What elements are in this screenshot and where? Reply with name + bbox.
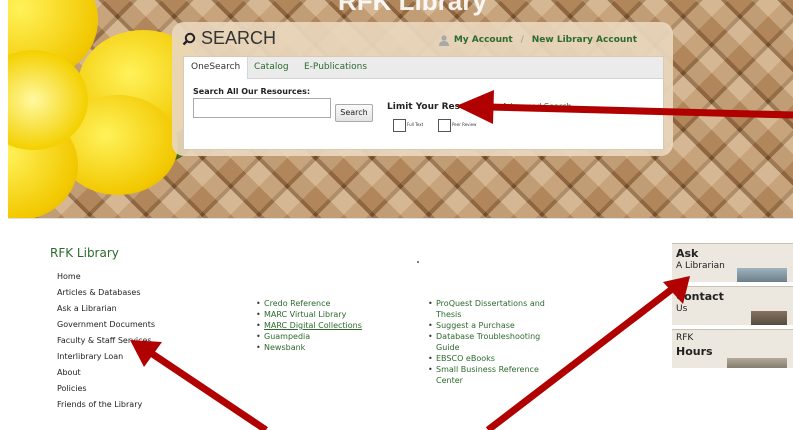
list-item[interactable]: • Small Business Reference <box>428 364 545 375</box>
list-item[interactable]: • Suggest a Purchase <box>428 320 545 331</box>
search-panel: SEARCH My Account / New Library Account … <box>172 22 673 156</box>
search-tabs: OneSearch Catalog E-Publications <box>184 57 663 79</box>
list-item[interactable]: • Credo Reference <box>256 298 362 309</box>
list-item[interactable]: • Newsbank <box>256 342 362 353</box>
bullet-dot <box>417 261 419 263</box>
sidebar-item-government[interactable]: Government Documents <box>57 317 155 333</box>
sidebar-item-policies[interactable]: Policies <box>57 381 155 397</box>
full-text-label: Full Text <box>407 122 424 127</box>
link-separator: / <box>520 35 524 45</box>
advanced-search-link[interactable]: Advanced Search <box>502 102 572 111</box>
limit-results-label: Limit Your Results <box>387 102 480 112</box>
tab-catalog[interactable]: Catalog <box>254 57 289 78</box>
search-icon <box>182 32 196 45</box>
sidebar-item-home[interactable]: Home <box>57 269 155 285</box>
arrow-government-docs <box>143 346 268 430</box>
banner-title: RFK Library <box>338 0 487 16</box>
hours-top: RFK <box>676 333 694 343</box>
sidebar-item-articles[interactable]: Articles & Databases <box>57 285 155 301</box>
search-label: Search All Our Resources: <box>193 87 311 96</box>
ask-librarian-panel[interactable]: Ask A Librarian <box>672 243 793 282</box>
list-item[interactable]: • EBSCO eBooks <box>428 353 545 364</box>
ask-subtitle: A Librarian <box>676 261 725 271</box>
librarian-image <box>737 268 787 282</box>
list-item-cont[interactable]: Center <box>428 375 545 386</box>
ask-title: Ask <box>676 247 699 260</box>
tab-epublications[interactable]: E-Publications <box>304 57 367 78</box>
full-text-checkbox[interactable] <box>393 119 406 132</box>
contact-image <box>751 311 787 325</box>
contact-subtitle: Us <box>676 304 688 314</box>
resource-list-2: • ProQuest Dissertations and Thesis • Sugg… <box>428 298 545 386</box>
my-account-link[interactable]: My Account <box>454 35 513 45</box>
sidebar-nav: Home Articles & Databases Ask a Libraria… <box>57 269 155 413</box>
sidebar-heading: RFK Library <box>50 246 119 260</box>
search-button[interactable]: Search <box>335 104 373 122</box>
list-item-cont[interactable]: Thesis <box>428 309 545 320</box>
new-account-link[interactable]: New Library Account <box>532 35 637 45</box>
list-item[interactable]: • MARC Digital Collections <box>256 320 362 331</box>
resource-list-1: • Credo Reference • MARC Virtual Library •… <box>256 298 362 353</box>
sidebar-item-ask[interactable]: Ask a Librarian <box>57 301 155 317</box>
sidebar-item-ill[interactable]: Interlibrary Loan <box>57 349 155 365</box>
peer-review-label: Peer Review <box>452 122 477 127</box>
tab-onesearch[interactable]: OneSearch <box>184 57 249 79</box>
list-item[interactable]: • ProQuest Dissertations and <box>428 298 545 309</box>
divider <box>8 218 793 219</box>
hours-title: Hours <box>676 345 713 358</box>
sidebar-item-friends[interactable]: Friends of the Library <box>57 397 155 413</box>
account-links: My Account / New Library Account <box>438 34 637 46</box>
list-item[interactable]: • Guampedia <box>256 331 362 342</box>
list-item[interactable]: • MARC Virtual Library <box>256 309 362 320</box>
search-input[interactable] <box>193 98 331 118</box>
contact-title: Contact <box>676 290 724 303</box>
user-icon <box>438 35 449 46</box>
contact-panel[interactable]: Contact Us <box>672 286 793 325</box>
sidebar-item-faculty[interactable]: Faculty & Staff Services <box>57 333 155 349</box>
list-item[interactable]: • Database Troubleshooting <box>428 331 545 342</box>
peer-review-checkbox[interactable] <box>438 119 451 132</box>
hours-image <box>727 358 787 368</box>
hours-panel[interactable]: RFK Hours <box>672 329 793 368</box>
sidebar-item-about[interactable]: About <box>57 365 155 381</box>
search-title-text: SEARCH <box>201 28 277 48</box>
header-banner: RFK Library SEARCH My Account / New Libr… <box>8 0 793 218</box>
search-box: OneSearch Catalog E-Publications Search … <box>183 56 664 150</box>
search-heading: SEARCH <box>182 28 276 49</box>
list-item-cont[interactable]: Guide <box>428 342 545 353</box>
